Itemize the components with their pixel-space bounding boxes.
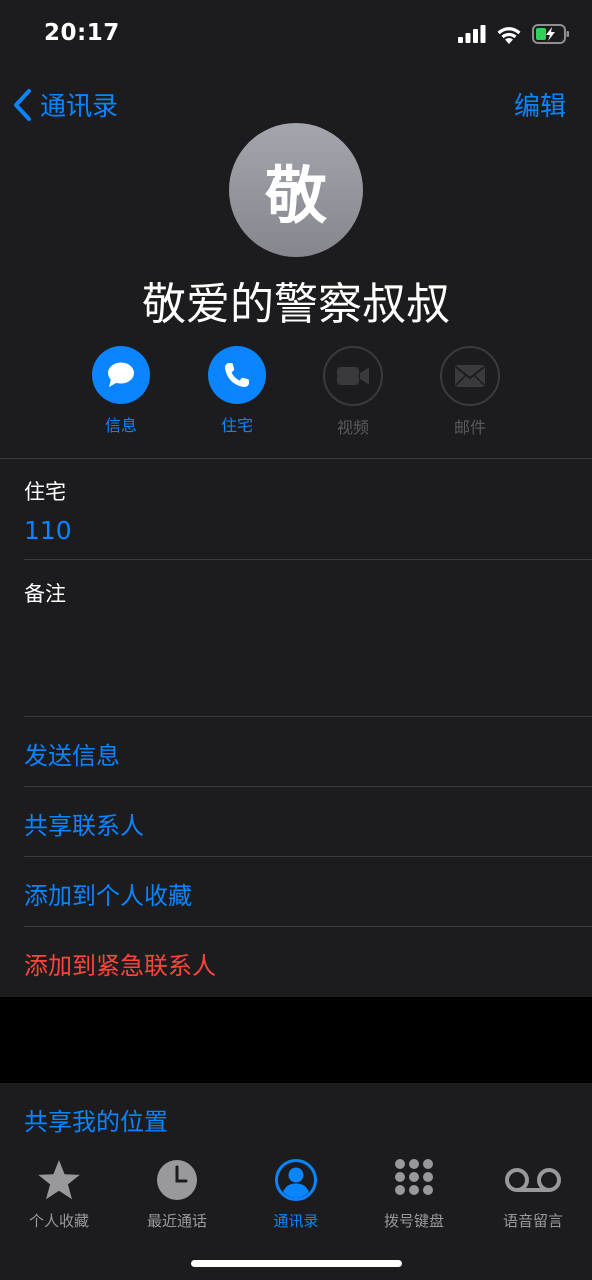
status-icons <box>458 24 570 44</box>
tab-contacts-label: 通讯录 <box>273 1212 319 1230</box>
wifi-icon <box>497 26 521 44</box>
message-action-label: 信息 <box>104 416 137 435</box>
divider <box>24 716 592 717</box>
status-time: 20:17 <box>44 20 120 46</box>
keypad-icon <box>395 1159 433 1195</box>
tab-contacts[interactable]: 通讯录 <box>237 1158 355 1231</box>
home-indicator <box>191 1260 402 1267</box>
divider <box>0 458 592 459</box>
mail-icon <box>455 365 485 387</box>
send-message-link[interactable]: 发送信息 <box>24 736 120 771</box>
tab-favorites[interactable]: 个人收藏 <box>0 1158 118 1231</box>
phone-label: 住宅 <box>24 480 66 504</box>
section-gap <box>0 997 592 1083</box>
signal-icon <box>458 25 486 43</box>
avatar-initial: 敬 <box>264 159 327 232</box>
notes-row[interactable]: 备注 <box>24 578 592 716</box>
video-action-label: 视频 <box>336 418 369 437</box>
message-action-button[interactable]: 信息 <box>71 346 171 436</box>
video-action-button[interactable]: 视频 <box>303 346 403 438</box>
back-button[interactable]: 通讯录 <box>12 86 118 123</box>
avatar: 敬 <box>229 123 363 257</box>
add-to-favorites-link[interactable]: 添加到个人收藏 <box>24 876 192 911</box>
share-location-link[interactable]: 共享我的位置 <box>24 1102 168 1137</box>
chevron-left-icon <box>14 88 31 121</box>
voicemail-icon <box>505 1168 561 1192</box>
phone-number[interactable]: 110 <box>24 516 72 545</box>
call-home-action-button[interactable]: 住宅 <box>187 346 287 436</box>
call-home-action-label: 住宅 <box>220 416 253 435</box>
share-contact-link[interactable]: 共享联系人 <box>24 806 144 841</box>
tab-keypad[interactable]: 拨号键盘 <box>355 1158 473 1231</box>
tab-recents-label: 最近通话 <box>146 1212 207 1230</box>
divider <box>24 926 592 927</box>
divider <box>24 786 592 787</box>
clock-icon <box>157 1160 197 1200</box>
divider <box>24 559 592 560</box>
tab-voicemail[interactable]: 语音留言 <box>474 1158 592 1231</box>
video-icon <box>337 367 369 385</box>
notes-label: 备注 <box>24 582 66 606</box>
tab-keypad-label: 拨号键盘 <box>383 1212 444 1230</box>
message-icon <box>108 362 134 387</box>
mail-action-button[interactable]: 邮件 <box>420 346 520 438</box>
contact-name: 敬爱的警察叔叔 <box>142 279 450 330</box>
back-label: 通讯录 <box>40 92 119 122</box>
battery-charging-icon <box>532 24 569 44</box>
divider <box>24 856 592 857</box>
contacts-icon <box>275 1159 317 1201</box>
tab-voicemail-label: 语音留言 <box>502 1212 563 1230</box>
tab-favorites-label: 个人收藏 <box>28 1212 89 1230</box>
edit-button[interactable]: 编辑 <box>514 86 566 123</box>
mail-action-label: 邮件 <box>453 418 486 437</box>
tab-recents[interactable]: 最近通话 <box>118 1158 236 1231</box>
phone-row[interactable]: 住宅 110 <box>24 476 72 545</box>
phone-icon <box>225 363 249 387</box>
add-emergency-contact-link[interactable]: 添加到紧急联系人 <box>24 946 216 981</box>
star-icon <box>38 1160 80 1200</box>
